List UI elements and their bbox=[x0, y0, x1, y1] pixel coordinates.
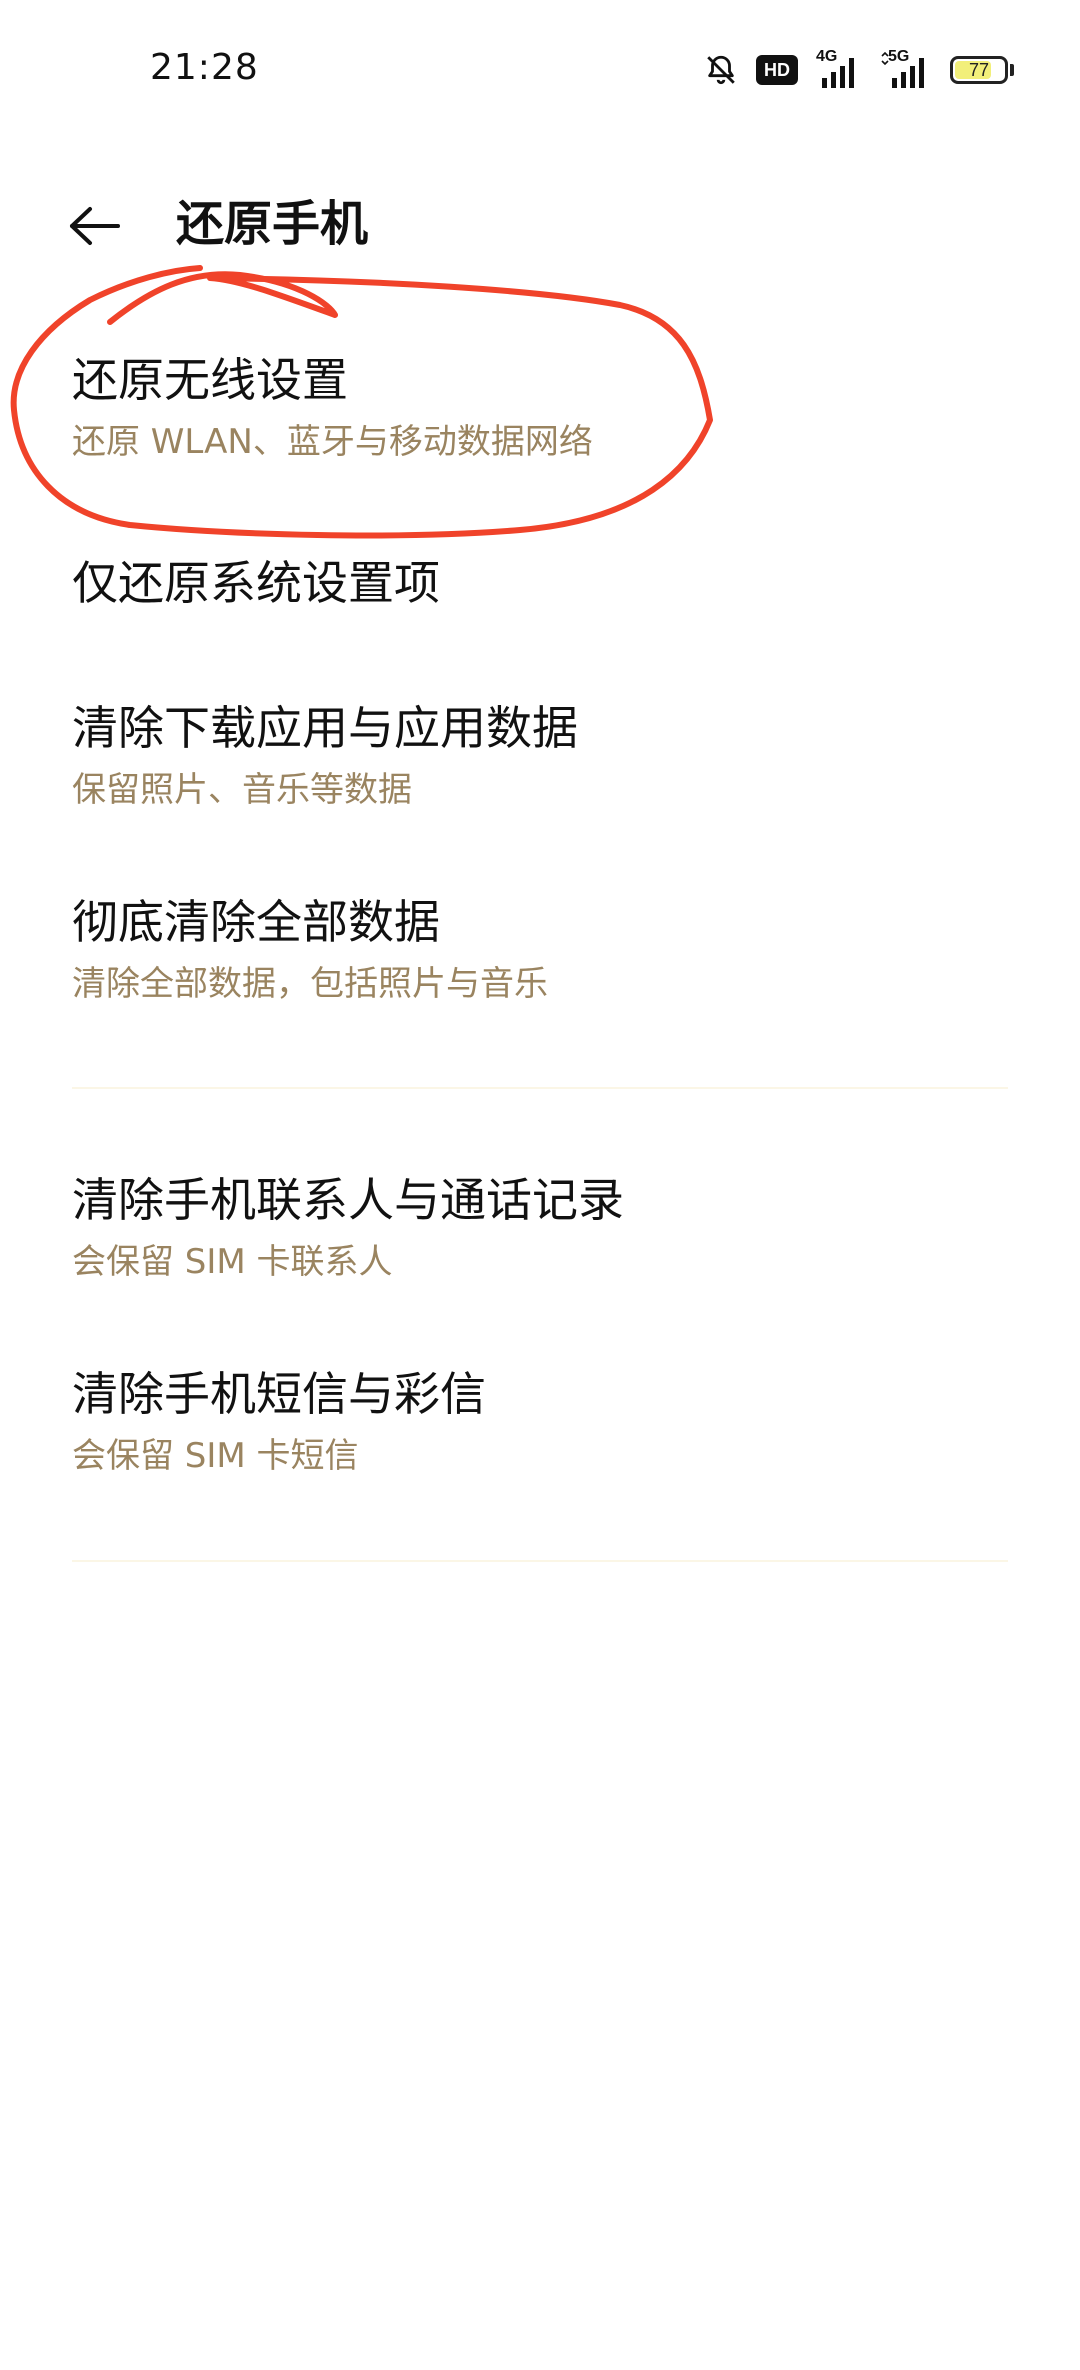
signal-4g-icon: 4G bbox=[816, 48, 862, 88]
page-title: 还原手机 bbox=[176, 196, 369, 252]
item-subtitle: 会保留 SIM 卡短信 bbox=[72, 1436, 359, 1476]
item-subtitle: 保留照片、音乐等数据 bbox=[72, 770, 412, 810]
list-item-reset-system-settings[interactable]: 仅还原系统设置项 bbox=[0, 553, 1080, 613]
arrow-left-icon bbox=[68, 206, 122, 250]
item-title: 还原无线设置 bbox=[72, 353, 348, 407]
status-bar: 21:28 HD 4G 5G 77 bbox=[0, 0, 1080, 140]
status-time: 21:28 bbox=[150, 47, 259, 88]
item-title: 清除下载应用与应用数据 bbox=[72, 701, 578, 755]
list-item-erase-all-data[interactable]: 彻底清除全部数据 清除全部数据，包括照片与音乐 bbox=[0, 892, 1080, 1006]
item-subtitle: 清除全部数据，包括照片与音乐 bbox=[72, 964, 548, 1004]
battery-icon: 77 bbox=[950, 56, 1014, 84]
hd-icon: HD bbox=[756, 55, 798, 85]
signal-5g-icon: 5G bbox=[880, 48, 932, 88]
item-title: 清除手机短信与彩信 bbox=[72, 1367, 486, 1421]
divider bbox=[72, 1087, 1008, 1089]
item-title: 清除手机联系人与通话记录 bbox=[72, 1173, 624, 1227]
back-button[interactable] bbox=[50, 188, 140, 268]
app-header: 还原手机 bbox=[0, 170, 1080, 280]
list-item-clear-contacts[interactable]: 清除手机联系人与通话记录 会保留 SIM 卡联系人 bbox=[0, 1170, 1080, 1284]
item-title: 仅还原系统设置项 bbox=[72, 556, 440, 610]
list-item-clear-apps[interactable]: 清除下载应用与应用数据 保留照片、音乐等数据 bbox=[0, 698, 1080, 812]
battery-tip bbox=[1010, 64, 1014, 76]
divider bbox=[72, 1560, 1008, 1562]
battery-body: 77 bbox=[950, 56, 1008, 84]
screen: 21:28 HD 4G 5G 77 还原手机 还原无线设置 还原 WLAN、蓝牙… bbox=[0, 0, 1080, 2370]
list-item-reset-wireless[interactable]: 还原无线设置 还原 WLAN、蓝牙与移动数据网络 bbox=[0, 350, 1080, 464]
list-item-clear-messages[interactable]: 清除手机短信与彩信 会保留 SIM 卡短信 bbox=[0, 1364, 1080, 1478]
item-subtitle: 会保留 SIM 卡联系人 bbox=[72, 1242, 393, 1282]
battery-level: 77 bbox=[968, 59, 990, 80]
hd-label: HD bbox=[764, 59, 790, 80]
item-subtitle: 还原 WLAN、蓝牙与移动数据网络 bbox=[72, 422, 593, 462]
item-title: 彻底清除全部数据 bbox=[72, 895, 440, 949]
bell-off-icon bbox=[704, 53, 738, 87]
status-icons: HD 4G 5G 77 bbox=[704, 48, 1014, 90]
